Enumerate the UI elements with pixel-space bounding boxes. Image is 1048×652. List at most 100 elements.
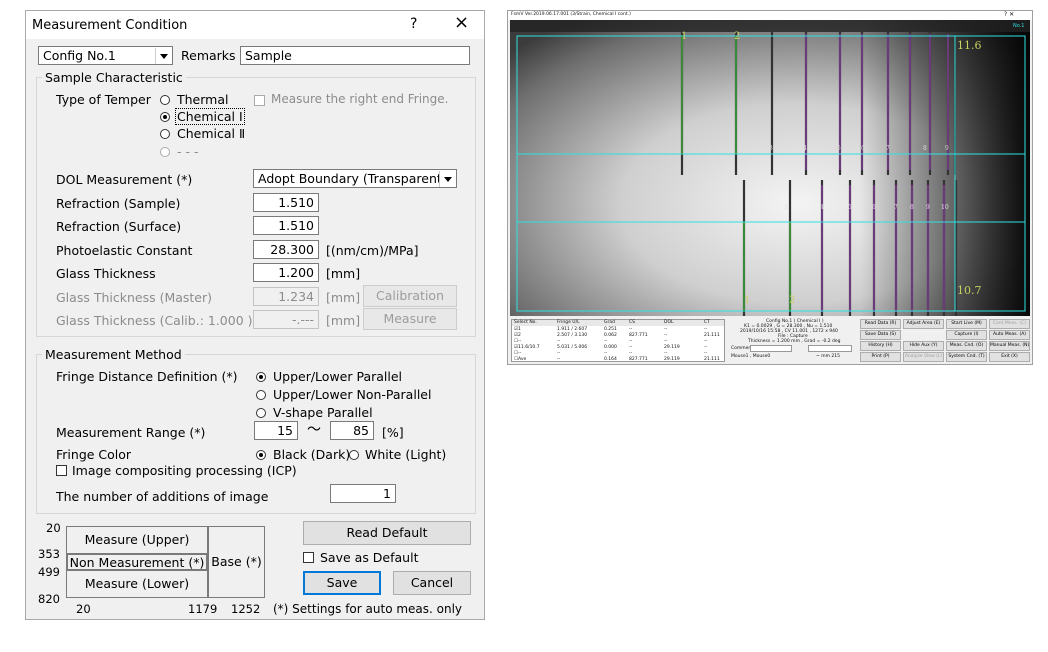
color-white-label: White (Light) [365, 447, 447, 462]
lower-fringe-label-8: 8 [910, 204, 914, 211]
col-ct: CT [704, 320, 710, 325]
comment-input[interactable] [750, 345, 792, 352]
upper-fringe-label-2: 2 [734, 31, 741, 42]
close-icon[interactable]: × [454, 14, 469, 32]
fringe-parallel-radio[interactable] [256, 372, 266, 382]
range-from-input[interactable]: 15 [254, 421, 298, 440]
comment-select[interactable] [808, 345, 852, 352]
table-cell: 21.111 [704, 357, 720, 362]
dol-select-value: Adopt Boundary (Transparent) [258, 171, 447, 186]
base-region: Base (*) [208, 526, 265, 598]
calibration-button[interactable]: Calibration [363, 285, 457, 307]
icp-checkbox[interactable] [56, 465, 67, 476]
viewer-button-system-cnd-t[interactable]: System Cnd. (T) [946, 352, 987, 362]
glass-thickness-label: Glass Thickness [56, 266, 156, 281]
viewer-button-print-p[interactable]: Print (P) [860, 352, 901, 362]
results-table-header: Select No. Fringe U/L Grad CS DOL CT [512, 320, 724, 326]
viewer-button-capture-i[interactable]: Capture (I) [946, 330, 987, 340]
help-icon[interactable]: ? [410, 17, 417, 32]
lower-fringe-label-6: 6 [872, 204, 876, 211]
fringe-vshape-radio[interactable] [256, 408, 266, 418]
lower-fringe-label-7: 7 [894, 204, 898, 211]
icp-label: Image compositing processing (ICP) [72, 463, 297, 478]
viewer-button-exit-x[interactable]: Exit (X) [989, 352, 1030, 362]
mouse-mm: ~ mm 215 [816, 354, 840, 359]
lower-fringe-label-4: 4 [820, 204, 824, 211]
save-button[interactable]: Save [303, 571, 381, 595]
glass-thickness-master-label: Glass Thickness (Master) [56, 290, 213, 305]
viewer-window-controls[interactable]: ? ✕ [1004, 12, 1014, 18]
temper-label: Type of Temper [56, 92, 151, 107]
mouse-label: Mouse1 , Mouse0 [731, 354, 771, 359]
lower-fringe-label-9: 9 [926, 204, 930, 211]
temper-chemical2-radio[interactable] [160, 129, 170, 139]
viewer-button-adjust-area-e[interactable]: Adjust Area (E) [903, 319, 944, 329]
refraction-sample-input[interactable]: 1.510 [253, 193, 319, 212]
chevron-down-icon [155, 48, 171, 64]
temper-thermal-radio[interactable] [160, 95, 170, 105]
lower-fringe-label-3: 3 [784, 204, 788, 211]
diagram-y-353: 353 [38, 547, 60, 561]
lower-fringe-label-2: 2 [789, 295, 796, 306]
viewer-button-grid: Read Data (R) Adjust Area (E) Start Live (… [860, 319, 1030, 363]
additions-input[interactable]: 1 [330, 484, 396, 503]
temper-chemical1-radio[interactable] [160, 112, 170, 122]
glass-thickness-calib-unit: [mm] [326, 313, 361, 328]
right-end-fringe-checkbox[interactable] [254, 95, 265, 106]
viewer-window: FsmV Ver.2019.06.17.001 (3/Strain, Chemi… [507, 10, 1033, 365]
refraction-surface-input[interactable]: 1.510 [253, 216, 319, 235]
fringe-image[interactable] [510, 20, 1030, 316]
viewer-button-cont-meas-c[interactable]: Cont Meas. (C) [989, 319, 1030, 329]
diagram-y-20: 20 [46, 521, 61, 535]
color-black-radio[interactable] [256, 450, 266, 460]
image-top-shadow [510, 20, 1030, 32]
measure-button[interactable]: Measure [363, 308, 457, 330]
table-cell: 5.031 / 5.006 [557, 345, 588, 350]
diagram-y-499: 499 [38, 565, 60, 579]
remarks-input[interactable]: Sample [240, 46, 470, 65]
temper-other-radio[interactable] [160, 147, 170, 157]
viewer-title: FsmV Ver.2019.06.17.001 (3/Strain, Chemi… [511, 12, 631, 17]
viewer-button-history-h[interactable]: History (H) [860, 341, 901, 351]
viewer-button-save-data-s[interactable]: Save Data (S) [860, 330, 901, 340]
refraction-surface-label: Refraction (Surface) [56, 219, 182, 234]
results-table[interactable]: Select No. Fringe U/L Grad CS DOL CT ☑1 1… [511, 319, 725, 362]
viewer-button-analyze-view-l[interactable]: Analyze View (L) [903, 352, 944, 362]
glass-thickness-input[interactable]: 1.200 [253, 263, 319, 282]
table-cell[interactable]: ☐Ave [514, 357, 526, 363]
viewer-button-auto-meas-a[interactable]: Auto Meas. (A) [989, 330, 1030, 340]
viewer-button-hide-aux-y[interactable]: Hide Aux (Y) [903, 341, 944, 351]
viewer-button-manual-meas-n[interactable]: Manual Meas. (N) [989, 341, 1030, 351]
right-end-fringe-label: Measure the right end Fringe. [271, 92, 449, 106]
additions-label: The number of additions of image [56, 489, 269, 504]
fringe-nonparallel-radio[interactable] [256, 390, 266, 400]
color-white-radio[interactable] [349, 450, 359, 460]
photoelastic-input[interactable]: 28.300 [253, 240, 319, 259]
info-area: Config No.1 ( Chemical I ) K1 = 0.0029 ,… [730, 319, 858, 345]
fringe-nonparallel-label: Upper/Lower Non-Parallel [273, 387, 432, 402]
glass-thickness-unit: [mm] [326, 266, 361, 281]
temper-chemical2-label: Chemical Ⅱ [177, 126, 246, 141]
range-to-input[interactable]: 85 [330, 421, 374, 440]
color-black-label: Black (Dark) [273, 447, 351, 462]
glass-thickness-master-input[interactable]: 1.234 [253, 287, 319, 306]
viewer-button-read-data-r[interactable]: Read Data (R) [860, 319, 901, 329]
dol-select[interactable]: Adopt Boundary (Transparent) [253, 169, 457, 188]
lower-fringe-label-10: 10 [941, 204, 949, 211]
upper-value-label: 11.6 [957, 39, 982, 52]
lower-fringe-label-1: 1 [744, 295, 751, 306]
viewer-button-meas-cnd-o[interactable]: Meas. Cnd. (O) [946, 341, 987, 351]
col-cs: CS [629, 320, 635, 325]
viewer-bottom-panel: Select No. Fringe U/L Grad CS DOL CT ☑1 1… [510, 318, 1030, 364]
fringe-distance-label: Fringe Distance Definition (*) [56, 369, 238, 384]
config-select[interactable]: Config No.1 [38, 46, 173, 65]
cancel-button[interactable]: Cancel [393, 571, 471, 595]
viewer-button-start-live-m[interactable]: Start Live (M) [946, 319, 987, 329]
save-default-checkbox[interactable] [303, 552, 314, 563]
table-cell: 827.771 [629, 357, 648, 362]
refraction-sample-label: Refraction (Sample) [56, 196, 181, 211]
upper-fringe-label-5: 5 [837, 145, 841, 152]
glass-thickness-calib-input[interactable]: -.--- [253, 310, 319, 329]
read-default-button[interactable]: Read Default [303, 521, 471, 545]
upper-fringe-label-7: 7 [886, 145, 890, 152]
